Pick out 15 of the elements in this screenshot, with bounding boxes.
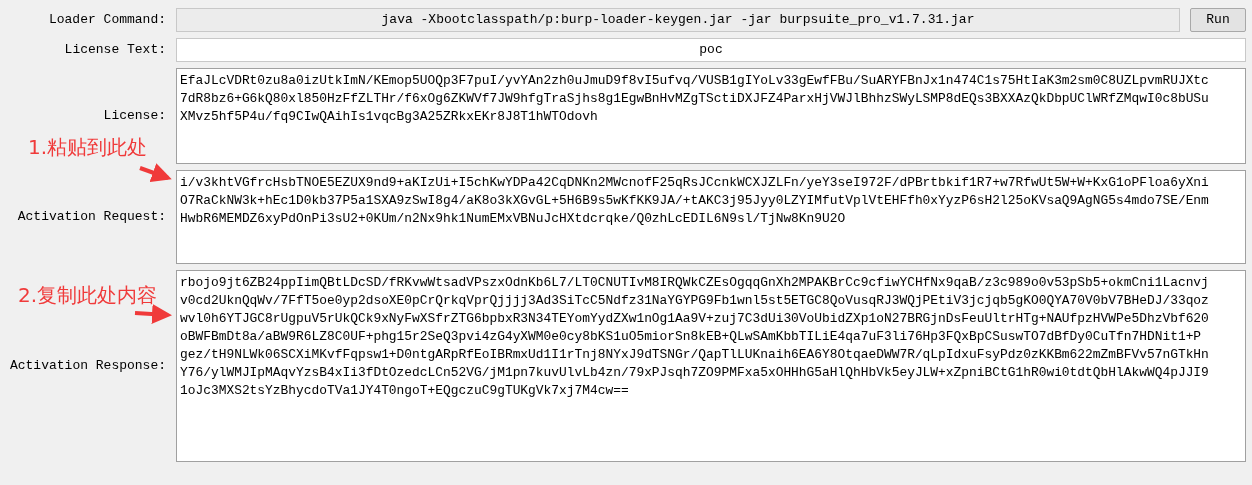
field-label: Loader Command: bbox=[48, 11, 166, 30]
command-field[interactable]: java -Xbootclasspath/p:burp-loader-keygen.jar -jar burpsuite_pro_v1.7.31.jar bbox=[176, 8, 1180, 32]
field-label: Activation Request: bbox=[17, 208, 166, 227]
run-button[interactable]: Run bbox=[1190, 8, 1246, 32]
annotation-arrow bbox=[134, 304, 172, 324]
annotation-text: 2.复制此处内容 bbox=[18, 282, 158, 309]
field-label: License Text: bbox=[64, 41, 166, 60]
license-text-field[interactable]: poc bbox=[176, 38, 1246, 62]
text-area[interactable]: rbojo9jt6ZB24ppIimQBtLDcSD/fRKvwWtsadVPszxOdnKb6L7/LT0CNUTIvM8IRQWkCZEsOgqqGnXh2MPAKBrCc9cfiwYCHfNx9qaB/z3c989o0v53pSb5+okmCni1Lacnvj v0cd2UknQqWv/7FfT5oe0yp2dsoXE0pCrQrkqVprQjjjj3Ad3SiTcC5Ndfz31NaYGYPG9Fb1wnl5st5ETGC8QoVusqRJ3WQjPEtiV3jcjqb5gKO0QYA70V0bV7BHeDJ/33qoz wvl0h6YTJGC8rUgpuV5rUkQCk9xNyFwXSfrZTG6bpbxR3N34TEYomYydZXw1nOg1Aa9V+zuj7C3dUi30VoUbidZXp1oN27BRGjnDsFeuUltrHTg+NAUfpzHVWPe5DhzVbf620 oBWFBmDt8a/aBW9R6LZ8C0UF+phg15r2SeQ3pvi4zG4yXWM0e0cy8bKS1uO5miorSn8kEB+QLwSAmKbbTILiE4qa7uF3li76Hp3FQxBpCSuswTO7dBfDy0CuTfn7HDNit1+P gez/tH9NLWk06SCXiMKvfFqpsw1+D0ntgARpRfEoIBRmxUd1I1rTnj8NYxJ9dTSNGr/QapTlLUKnaih6EA6Y8OtqaeDWW7R/qLpIdxuFsyPdz0zKKBm622mZmBFVv57nGTkHn Y76/ylWMJIpMAqvYzsB4xIi3fDtOzedcLCn52VG/jM1pn7kuvUlvLb4zn/79xPJsqh7ZO9PMFxa5xOHHhG5aHlQhHbVk5eyJLW+xZpniBCtG1hR0wi0tdtQbHlAkwWQ4pJJI9 1oJc3MXS2tsYzBhycdoTVa1JY4T0ngoT+EQgczuC9gTUKgVk7xj7M4cw== bbox=[176, 270, 1246, 462]
annotation-arrow bbox=[139, 163, 172, 183]
annotation-text: 1.粘贴到此处 bbox=[28, 134, 148, 161]
field-label: License: bbox=[103, 107, 166, 126]
text-area[interactable]: EfaJLcVDRt0zu8a0izUtkImN/KEmop5UOQp3F7puI/yvYAn2zh0uJmuD9f8vI5ufvq/VUSB1gIYoLv33gEwfFBu/SuARYFBnJx1n474C1s75HtIaK3m2sm0C8UZLpvmRUJXtc 7dR8bz6+G6kQ80xl850HzFfZLTHr/f6xOg6ZKWVf7JW9hfgTraSjhs8g1EgwBnHvMZgTSctiDXJFZ4ParxHjVWJlBhhzSWyLSMP8dEQs3BXXAzQkDbpUClWRfZMqwI0c8bUSu XMvz5hf5P4u/fq9CIwQAihIs1vqcBg3A25ZRkxEKr8J8T1hWTOdovh bbox=[176, 68, 1246, 164]
field-label: Activation Response: bbox=[9, 357, 166, 376]
text-area[interactable]: i/v3khtVGfrcHsbTNOE5EZUX9nd9+aKIzUi+I5chKwYDPa42CqDNKn2MWcnofF25qRsJCcnkWCXJZLFn/yeY3seI972F/dPBrtbkif1R7+w7RfwUt5W+W+KxG1oPFloa6yXni O7RaCkNW3k+hEc1D0kb37P5a1SXA9zSwI8g4/aK8o3kXGvGL+5H6B9s5wKfKK9JA/+tAKC3j95Jyy0LZYIMfutVplVtEHFfh0xYyzP6sH2l25oKVsaQ9AgNG5s4mdo7SE/Enm HwbR6MEMDZ6xyPdOnPi3sU2+0KUm/n2Nx9hk1NumEMxVBNuJcHXtdcrqke/Q0zhLcEDIL6N9sl/TjNw8Kn9U2O bbox=[176, 170, 1246, 264]
